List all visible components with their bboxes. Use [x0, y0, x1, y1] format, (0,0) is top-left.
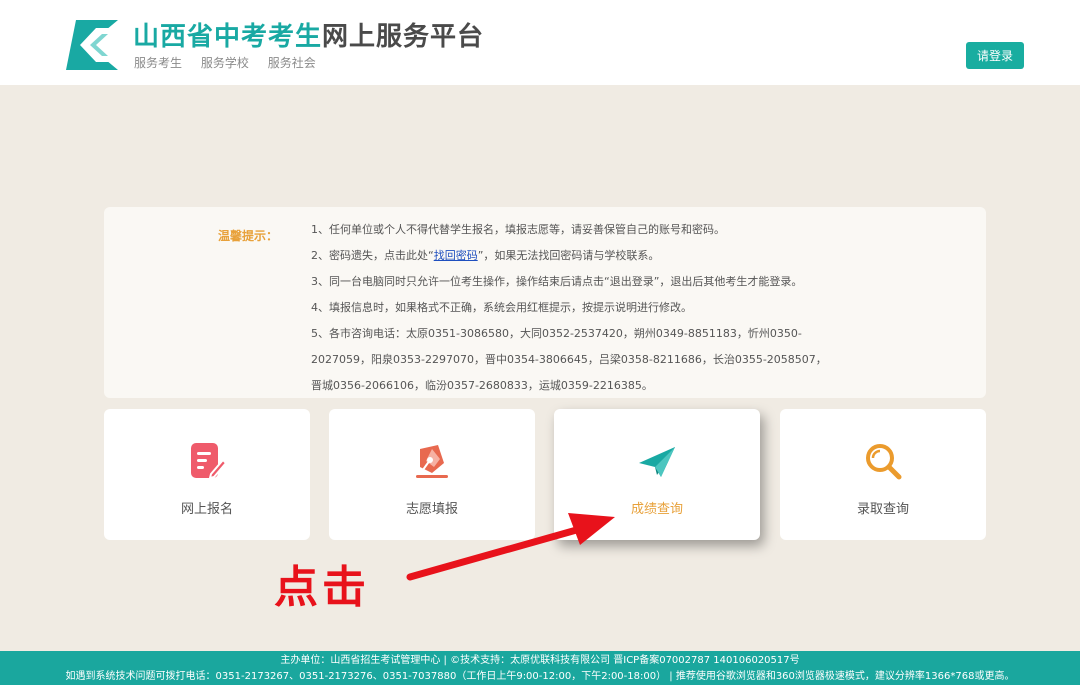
- slogans: 服务考生 服务学校 服务社会: [134, 54, 331, 71]
- footer-line: 主办单位：山西省招生考试管理中心 | ©技术支持：太原优联科技有限公司 晋ICP…: [280, 655, 800, 666]
- notice-text: 2、密码遗失，点击此处“: [311, 249, 434, 262]
- site-title: 山西省中考考生网上服务平台: [133, 20, 484, 54]
- logo-icon: [66, 20, 118, 70]
- pen-nib-icon: [416, 445, 448, 478]
- slogan-item: 服务学校: [200, 56, 249, 70]
- site-title-main: 山西省中考考生: [133, 22, 323, 52]
- edit-document-icon: [191, 443, 227, 480]
- notice-item: 1、任何单位或个人不得代替学生报名，填报志愿等，请妥善保管自己的账号和密码。: [311, 223, 725, 236]
- site-title-sub: 网上服务平台: [322, 22, 485, 52]
- paper-plane-icon: [639, 447, 675, 477]
- notice-item: 5、各市咨询电话：太原0351-3086580，大同0352-2537420，朔…: [311, 327, 827, 392]
- notice-item: 4、填报信息时，如果格式不正确，系统会用红框提示，按提示说明进行修改。: [311, 301, 692, 314]
- card-label: 网上报名: [180, 502, 233, 517]
- notice-item: 3、同一台电脑同时只允许一位考生操作，操作结束后请点击“退出登录”，退出后其他考…: [311, 275, 803, 288]
- click-annotation: 点击: [274, 562, 370, 613]
- red-arrow-icon: [406, 513, 615, 581]
- site-header: 山西省中考考生网上服务平台 服务考生 服务学校 服务社会 请登录: [0, 0, 1080, 85]
- notice-text: ”，如果无法找回密码请与学校联系。: [477, 249, 660, 262]
- site-footer: 主办单位：山西省招生考试管理中心 | ©技术支持：太原优联科技有限公司 晋ICP…: [0, 651, 1080, 685]
- footer-line: 如遇到系统技术问题可拨打电话：0351-2173267、0351-2173276…: [65, 671, 1015, 682]
- magnifier-icon: [866, 444, 902, 480]
- online-registration-card[interactable]: 网上报名: [104, 409, 310, 540]
- notice-list: 1、任何单位或个人不得代替学生报名，填报志愿等，请妥善保管自己的账号和密码。 2…: [311, 217, 836, 399]
- admission-query-card[interactable]: 录取查询: [780, 409, 986, 540]
- notice-label: 温馨提示：: [218, 229, 279, 243]
- notice-item: 2、密码遗失，点击此处“找回密码”，如果无法找回密码请与学校联系。: [311, 243, 836, 269]
- slogan-item: 服务考生: [134, 56, 183, 70]
- notice-panel: 温馨提示： 1、任何单位或个人不得代替学生报名，填报志愿等，请妥善保管自己的账号…: [104, 207, 986, 398]
- slogan-item: 服务社会: [267, 56, 316, 70]
- card-label: 录取查询: [856, 502, 909, 517]
- recover-password-link[interactable]: 找回密码: [434, 249, 478, 262]
- login-button[interactable]: 请登录: [966, 42, 1024, 69]
